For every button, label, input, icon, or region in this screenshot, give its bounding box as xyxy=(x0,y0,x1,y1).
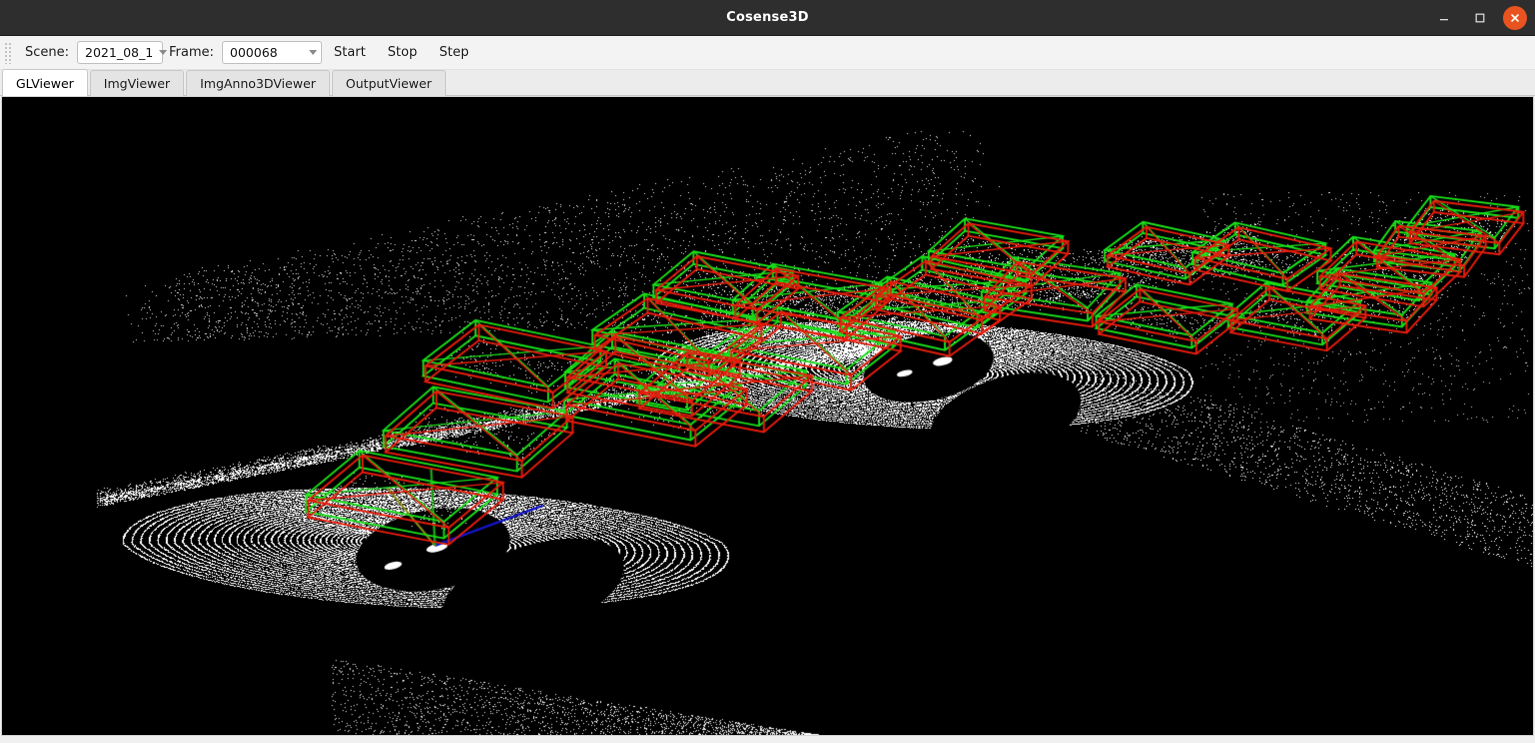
window-controls xyxy=(1431,0,1527,35)
scene-select-value: 2021_08_1 xyxy=(85,45,154,60)
maximize-button[interactable] xyxy=(1467,5,1493,31)
tab-outputviewer[interactable]: OutputViewer xyxy=(331,70,446,96)
tab-imganno3dviewer[interactable]: ImgAnno3DViewer xyxy=(186,70,330,96)
frame-label: Frame: xyxy=(169,45,214,60)
tab-glviewer[interactable]: GLViewer xyxy=(2,69,88,96)
stop-button[interactable]: Stop xyxy=(378,40,428,65)
window-title: Cosense3D xyxy=(726,10,809,25)
lidar-point-cloud-canvas[interactable] xyxy=(2,97,1533,735)
frame-select[interactable]: 000068 xyxy=(221,41,322,64)
viewport-container xyxy=(0,96,1535,743)
close-icon xyxy=(1511,13,1519,22)
title-bar: Cosense3D xyxy=(0,0,1535,36)
start-button[interactable]: Start xyxy=(324,40,376,65)
viewer-tabbar: GLViewer ImgViewer ImgAnno3DViewer Outpu… xyxy=(0,69,1535,96)
chevron-down-icon xyxy=(308,50,317,55)
tab-imgviewer[interactable]: ImgViewer xyxy=(89,70,185,96)
main-toolbar: Scene: 2021_08_1 Frame: 000068 Start Sto… xyxy=(0,36,1535,70)
cosense3d-window: Cosense3D Scene: 2021_08_1 Frame: 000068… xyxy=(0,0,1535,743)
scene-select[interactable]: 2021_08_1 xyxy=(77,41,168,64)
minimize-icon xyxy=(1440,18,1448,20)
maximize-icon xyxy=(1475,13,1485,22)
frame-select-value: 000068 xyxy=(229,45,278,60)
gl-viewport[interactable] xyxy=(1,96,1534,736)
close-button[interactable] xyxy=(1503,5,1527,30)
step-button[interactable]: Step xyxy=(429,40,479,65)
chevron-down-icon xyxy=(159,50,168,55)
scene-label: Scene: xyxy=(25,45,70,60)
minimize-button[interactable] xyxy=(1431,5,1457,31)
toolbar-drag-handle[interactable] xyxy=(4,41,13,64)
